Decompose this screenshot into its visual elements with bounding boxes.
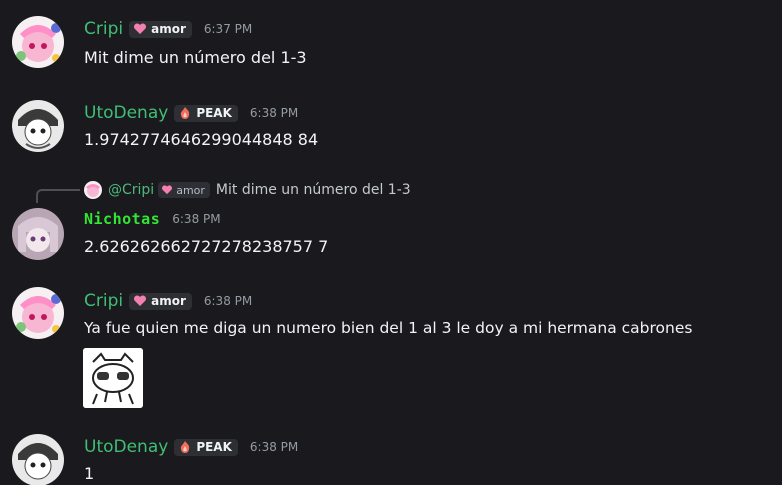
timestamp: 6:38 PM xyxy=(172,212,221,226)
role-tag[interactable]: PEAK xyxy=(174,438,238,456)
reply-mention[interactable]: @Cripi xyxy=(108,182,154,198)
role-tag[interactable]: PEAK xyxy=(174,104,238,122)
role-tag-label: PEAK xyxy=(196,106,232,120)
image-attachment[interactable] xyxy=(83,348,143,408)
timestamp: 6:38 PM xyxy=(249,440,299,454)
message-text: Ya fue quien me diga un numero bien del … xyxy=(84,319,693,337)
avatar-nichotas[interactable] xyxy=(12,208,64,260)
role-tag[interactable]: amor xyxy=(129,292,192,310)
pink-heart-icon xyxy=(134,23,147,34)
message-text: 1 xyxy=(84,464,95,483)
flame-icon xyxy=(181,107,190,119)
role-tag-label: amor xyxy=(151,294,186,308)
avatar-utodenay[interactable] xyxy=(12,100,64,152)
reply-text[interactable]: Mit dime un número del 1-3 xyxy=(216,182,411,198)
pink-heart-icon xyxy=(162,185,173,195)
timestamp: 6:37 PM xyxy=(203,22,253,36)
username[interactable]: Cripi xyxy=(84,291,123,311)
pink-heart-icon xyxy=(134,295,147,306)
role-tag[interactable]: amor xyxy=(129,20,192,38)
reply-preview[interactable]: @Cripi amor Mit dime un número del 1-3 xyxy=(84,180,411,200)
username[interactable]: UtoDenay xyxy=(84,437,168,457)
reply-role-tag: amor xyxy=(158,182,210,198)
message-text: 1.9742774646299044848 84 xyxy=(84,130,319,149)
message-text: Mit dime un número del 1-3 xyxy=(84,48,307,67)
avatar-cripi[interactable] xyxy=(12,16,64,68)
role-tag-label: amor xyxy=(151,22,186,36)
avatar-cripi[interactable] xyxy=(12,287,64,339)
reply-avatar xyxy=(84,181,102,199)
timestamp: 6:38 PM xyxy=(249,106,299,120)
username[interactable]: UtoDenay xyxy=(84,103,168,123)
username[interactable]: Nichotas xyxy=(84,210,160,228)
reply-connector xyxy=(36,189,80,203)
reply-role-tag-label: amor xyxy=(176,183,205,197)
message-text: 2.626262662727278238757 7 xyxy=(84,237,329,256)
username[interactable]: Cripi xyxy=(84,19,123,39)
avatar-utodenay[interactable] xyxy=(12,434,64,485)
flame-icon xyxy=(181,441,190,453)
timestamp: 6:38 PM xyxy=(203,294,253,308)
role-tag-label: PEAK xyxy=(196,440,232,454)
meme-face-sticker xyxy=(83,348,143,408)
